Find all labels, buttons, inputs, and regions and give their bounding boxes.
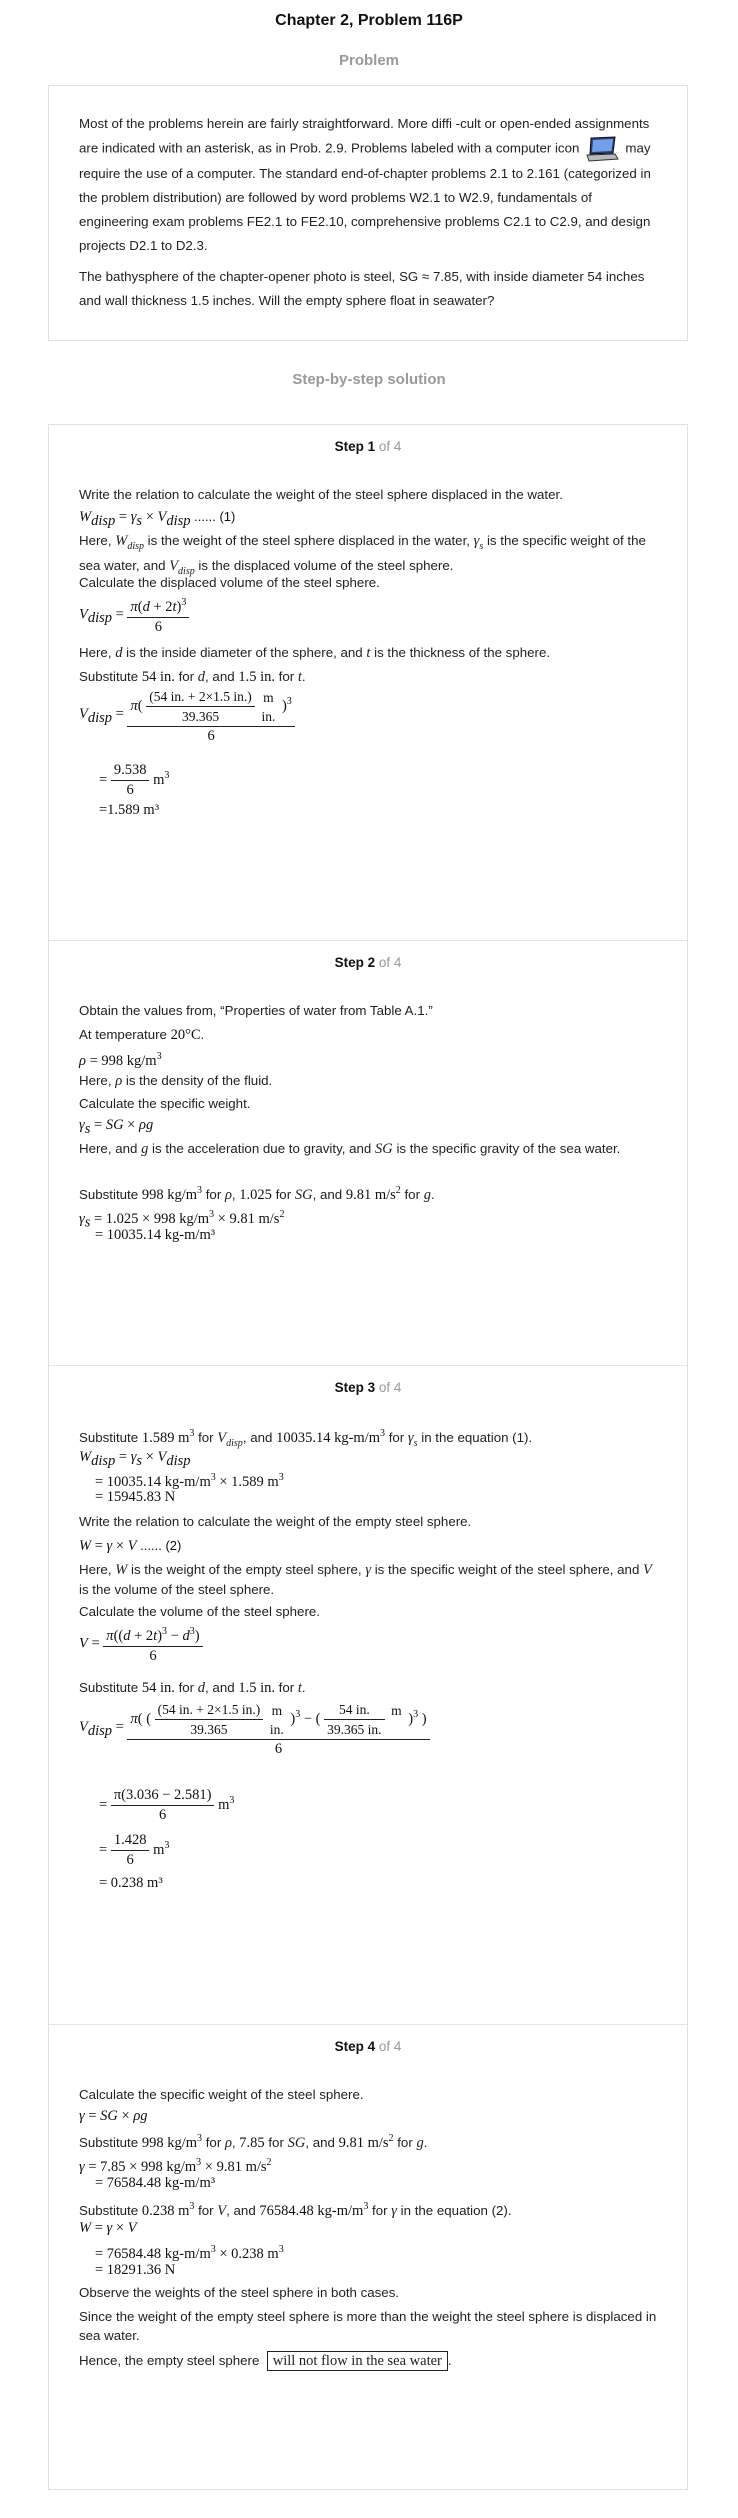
step-4-heading: Step 4 of 4 [334, 2039, 402, 2054]
problem-card: Most of the problems herein are fairly s… [48, 85, 688, 341]
step-4-text-3: Substitute 0.238 m3 for V, and 76584.48 … [79, 2201, 512, 2219]
step-4-text-4: Observe the weights of the steel sphere … [79, 2285, 400, 2300]
step-3-result-1: = π(3.036 − 2.581) 6 m3 [99, 1787, 235, 1823]
step-3-result-3: = 0.238 m³ [99, 1875, 163, 1891]
step-3-eq-4: W = γ × V ...... (2) [79, 1538, 182, 1554]
problem-text-after-icon: may require the use of a computer. The s… [79, 140, 651, 253]
step-2-eq-density: ρ = 998 kg/m3 [79, 1051, 162, 1069]
step-4-eq-4: W = γ × V [79, 2220, 137, 2236]
step-2-text-4: Calculate the specific weight. [79, 1096, 251, 1111]
step-2-eq-4: = 10035.14 kg-m/m³ [95, 1227, 216, 1243]
step-1-text-3: Calculate the displaced volume of the st… [79, 575, 380, 590]
step-3-text-3: Here, W is the weight of the empty steel… [79, 1562, 652, 1597]
step-1-eq-substitute: Vdisp = π( (54 in. + 2×1.5 in.) 39.365 mi… [79, 687, 659, 746]
step-3-result-2: = 1.428 6 m3 [99, 1832, 170, 1868]
step-3-eq-volume: V = π((d + 2t)3 − d3) 6 [79, 1622, 659, 1666]
step-1: Step 1 of 4 Write the relation to calcul… [49, 425, 687, 940]
problem-text-before-icon: Most of the problems herein are fairly s… [79, 116, 650, 156]
step-4-eq-6: = 18291.36 N [95, 2262, 176, 2278]
step-1-result-2: =1.589 m³ [99, 802, 160, 818]
final-answer-box: will not flow in the sea water [266, 2351, 448, 2371]
step-3-text-5: Substitute 54 in. for d, and 1.5 in. for… [79, 1680, 306, 1696]
page-title: Chapter 2, Problem 116P [275, 12, 463, 29]
step-4-text-6: Hence, the empty steel sphere [79, 2353, 260, 2368]
step-3-eq-substitute: Vdisp = π( ( (54 in. + 2×1.5 in.) 39.365 … [79, 1700, 659, 1759]
step-2-text-2: At temperature 20°C. [79, 1027, 205, 1043]
problem-paragraph-1: Most of the problems herein are fairly s… [79, 112, 657, 258]
step-3: Step 3 of 4 Substitute 1.589 m3 for Vdis… [49, 1365, 687, 2025]
step-1-text-5: Substitute 54 in. for d, and 1.5 in. for… [79, 669, 306, 685]
step-3-text-4: Calculate the volume of the steel sphere… [79, 1604, 320, 1619]
solution-steps: Step 1 of 4 Write the relation to calcul… [48, 424, 688, 2490]
solution-heading: Step-by-step solution [292, 371, 446, 388]
step-1-text-4: Here, d is the inside diameter of the sp… [79, 645, 551, 661]
step-1-text-1: Write the relation to calculate the weig… [79, 487, 563, 502]
step-4-eq-3: = 76584.48 kg-m/m³ [95, 2175, 216, 2191]
step-3-eq-3: = 15945.83 N [95, 1489, 176, 1505]
step-4: Step 4 of 4 Calculate the specific weigh… [49, 2024, 687, 2490]
step-1-result-1: = 9.538 6 m3 [99, 762, 170, 798]
step-3-text-2: Write the relation to calculate the weig… [79, 1514, 472, 1529]
step-4-text-5: Since the weight of the empty steel sphe… [79, 2309, 657, 2343]
step-2-heading: Step 2 of 4 [334, 955, 402, 970]
page: Chapter 2, Problem 116P Problem Most of … [0, 0, 738, 2518]
step-4-text-1: Calculate the specific weight of the ste… [79, 2087, 364, 2102]
step-2-text-3: Here, ρ is the density of the fluid. [79, 1073, 273, 1089]
step-2-eq-specific-weight: γs = SG × ρg [79, 1117, 154, 1137]
step-1-eq-1: Wdisp = γs × Vdisp ...... (1) [79, 509, 236, 529]
step-1-heading: Step 1 of 4 [334, 439, 402, 454]
step-2-text-1: Obtain the values from, “Properties of w… [79, 1003, 433, 1018]
step-2-text-6: Substitute 998 kg/m3 for ρ, 1.025 for SG… [79, 1185, 435, 1203]
step-4-text-2: Substitute 998 kg/m3 for ρ, 7.85 for SG,… [79, 2133, 428, 2151]
problem-heading: Problem [338, 52, 399, 69]
problem-paragraph-2: The bathysphere of the chapter-opener ph… [79, 269, 645, 308]
step-3-heading: Step 3 of 4 [334, 1380, 402, 1395]
laptop-computer-icon [586, 136, 620, 162]
step-1-eq-volume: Vdisp = π(d + 2t)3 6 [79, 593, 659, 637]
step-4-conclusion: Hence, the empty steel sphere will not f… [79, 2351, 452, 2371]
step-2: Step 2 of 4 Obtain the values from, “Pro… [49, 940, 687, 1366]
step-4-eq-1: γ = SG × ρg [79, 2108, 148, 2124]
step-2-text-5: Here, and g is the acceleration due to g… [79, 1141, 621, 1157]
